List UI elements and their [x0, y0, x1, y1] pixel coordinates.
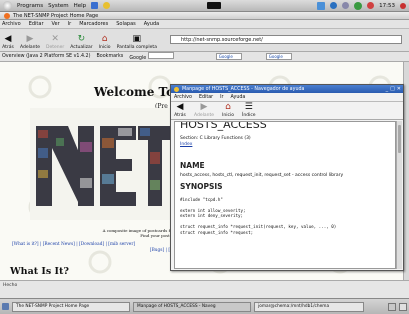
browser-menubar: Archivo Editar Ver Ir Marcadores Solapas… [0, 20, 409, 29]
taskbar: The NET-SNMP Project Home Page Manpage o… [0, 298, 409, 314]
foot-icon[interactable] [3, 1, 12, 10]
alert-icon[interactable] [367, 2, 375, 9]
help-menu-ir[interactable]: Ir [220, 95, 223, 100]
browser-icon [4, 12, 10, 19]
network-icon[interactable] [317, 1, 326, 10]
top-panel: Programs System Help 17:53 [0, 0, 409, 12]
launcher-icon[interactable] [91, 2, 99, 9]
help-content: HOSTS_ACCESS Section: C Library Function… [174, 121, 396, 269]
stop-icon: ✕ [51, 34, 59, 44]
help-scroll-thumb[interactable] [398, 125, 401, 153]
help-back-icon: ◀ [176, 102, 184, 112]
panel-menu-system[interactable]: System [48, 3, 69, 9]
panel-menu-help[interactable]: Help [74, 3, 87, 9]
help-home-icon: ⌂ [225, 102, 231, 112]
minimize-icon[interactable]: _ [386, 86, 389, 92]
google-search-3[interactable]: Google [265, 53, 292, 60]
manpage-title: HOSTS_ACCESS [180, 121, 267, 131]
bookmarks-bar: Overview (Java 2 Platform SE v1.4.2) Boo… [0, 52, 409, 62]
help-menu-archivo[interactable]: Archivo [174, 95, 192, 100]
workspace-1[interactable] [388, 302, 396, 311]
index-link[interactable]: Index [180, 142, 390, 147]
help-title: Manpage of HOSTS_ACCESS - Navegador de a… [182, 86, 305, 92]
panel-menu-programs[interactable]: Programs [17, 3, 43, 9]
back-button[interactable]: ◀ Atrás [2, 34, 14, 50]
menu-ir[interactable]: Ir [68, 21, 72, 27]
menu-marcadores[interactable]: Marcadores [79, 21, 108, 27]
help-menubar: Archivo Editar Ir Ayuda [171, 93, 403, 102]
status-text: Hecho [3, 283, 18, 288]
synopsis-heading: SYNOPSIS [180, 181, 223, 191]
help-icon [174, 86, 179, 92]
help-forward-icon: ▶ [200, 102, 208, 112]
help-browser-window[interactable]: Manpage of HOSTS_ACCESS - Navegador de a… [170, 84, 404, 271]
task-terminal[interactable]: jomar@chema:/mnt/hdb1/chema [254, 301, 364, 312]
workspace-2[interactable] [399, 302, 407, 311]
menu-solapas[interactable]: Solapas [116, 21, 136, 27]
fullscreen-button[interactable]: ▣ Pantalla completa [117, 34, 157, 50]
help-forward-button[interactable]: ▶ Adelante [194, 102, 214, 118]
fullscreen-icon: ▣ [132, 34, 142, 44]
help-menu-editar[interactable]: Editar [199, 95, 213, 100]
section-heading: What Is It? [10, 266, 69, 277]
status-bar [0, 280, 409, 298]
net-snmp-logo[interactable] [30, 108, 175, 220]
browser-titlebar: The NET-SNMP Project Home Page [0, 12, 409, 20]
help-menu-ayuda[interactable]: Ayuda [231, 95, 246, 100]
bookmark-java-overview[interactable]: Overview (Java 2 Platform SE v1.4.2) [2, 54, 91, 59]
help-index-button[interactable]: ☰ Índice [242, 102, 256, 118]
help-toolbar: ◀ Atrás ▶ Adelante ⌂ Inicio ☰ Índice [171, 102, 403, 120]
help-home-button[interactable]: ⌂ Inicio [222, 102, 234, 118]
back-arrow-icon: ◀ [4, 34, 12, 44]
reload-icon: ↻ [77, 34, 86, 44]
forward-arrow-icon: ▶ [26, 34, 34, 44]
nav-links-line-2[interactable]: [Bugs] | [ [12, 248, 172, 254]
google-search-2[interactable]: Google [215, 53, 242, 60]
home-button[interactable]: ⌂ Inicio [99, 34, 111, 50]
maximize-icon[interactable]: □ [390, 86, 395, 92]
help-index-icon: ☰ [244, 102, 253, 112]
power-icon[interactable] [400, 2, 406, 9]
show-desktop-icon[interactable] [2, 303, 9, 310]
home-icon: ⌂ [101, 34, 108, 44]
workspace-switcher[interactable] [206, 2, 221, 9]
lightbulb-icon[interactable] [103, 2, 111, 9]
close-icon[interactable]: ✕ [397, 86, 401, 92]
help-scrollbar[interactable] [396, 121, 402, 269]
help-back-button[interactable]: ◀ Atrás [174, 102, 186, 118]
menu-ayuda[interactable]: Ayuda [144, 21, 159, 27]
stop-button[interactable]: ✕ Detener [46, 34, 64, 50]
browser-title: The NET-SNMP Project Home Page [13, 12, 99, 19]
clock[interactable]: 17:53 [379, 3, 395, 9]
menu-archivo[interactable]: Archivo [2, 21, 21, 27]
name-text: hosts_access, hosts_ctl, request_init, r… [180, 172, 344, 178]
forward-button[interactable]: ▶ Adelante [20, 34, 40, 50]
menu-ver[interactable]: Ver [52, 21, 60, 27]
bookmarks-folder[interactable]: Bookmarks [97, 54, 124, 59]
menu-editar[interactable]: Editar [29, 21, 44, 27]
name-heading: NAME [180, 160, 205, 170]
url-input[interactable]: http://net-snmp.sourceforge.net/ [170, 35, 402, 44]
page-nav-links[interactable]: [What is it?] | [Recent News] | [Downloa… [12, 242, 172, 253]
globe-icon[interactable] [330, 2, 338, 9]
task-help-browser[interactable]: Manpage of HOSTS_ACCESS - Naveg [133, 301, 251, 312]
task-browser[interactable]: The NET-SNMP Project Home Page [12, 301, 130, 312]
synopsis-code: #include "tcpd.h" extern int allow_sever… [180, 196, 337, 235]
google-search-1[interactable]: Google [129, 52, 174, 61]
reload-button[interactable]: ↻ Actualizar [70, 34, 92, 50]
update-icon[interactable] [354, 1, 363, 10]
help-titlebar[interactable]: Manpage of HOSTS_ACCESS - Navegador de a… [171, 85, 403, 93]
url-text: http://net-snmp.sourceforge.net/ [181, 36, 263, 43]
volume-icon[interactable] [342, 2, 350, 9]
logo-caption: A composite image of postcards fr Find y… [102, 228, 172, 238]
